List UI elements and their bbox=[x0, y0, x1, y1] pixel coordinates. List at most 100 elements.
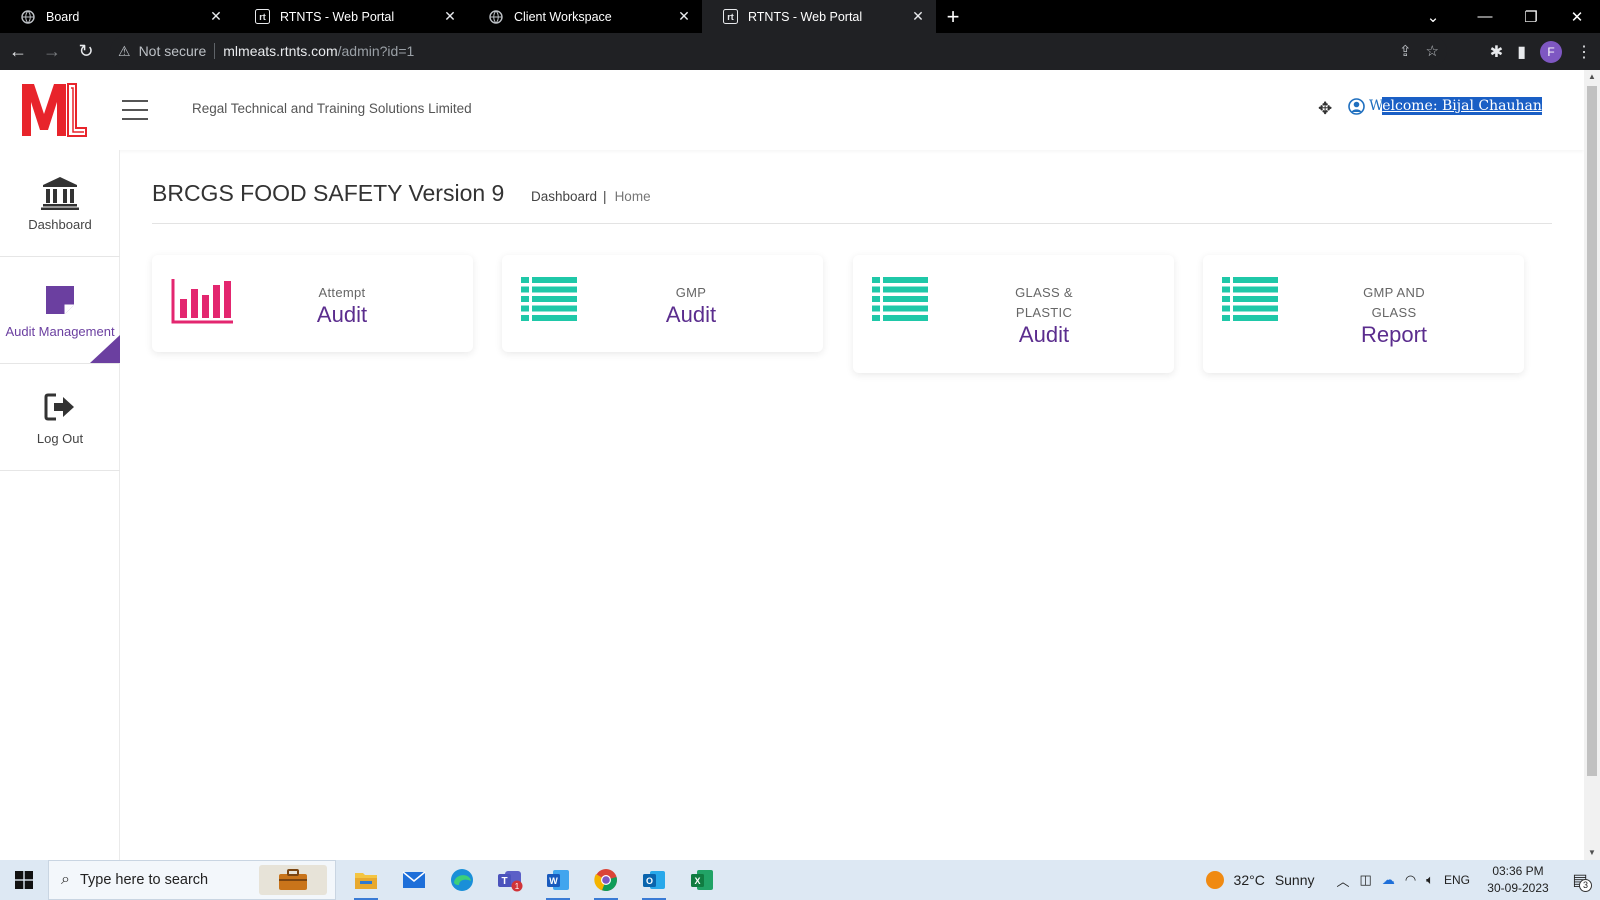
windows-start-icon[interactable] bbox=[0, 860, 48, 900]
taskbar-search-box[interactable]: ⌕ Type here to search bbox=[48, 860, 336, 900]
sidebar-item-log-out[interactable]: Log Out bbox=[0, 364, 120, 471]
glass-plastic-audit-card[interactable]: GLASS & PLASTIC Audit bbox=[853, 255, 1174, 373]
close-tab-icon[interactable]: ✕ bbox=[208, 8, 224, 25]
omnibox-actions: ⇪ ☆ bbox=[1399, 36, 1439, 66]
close-tab-icon[interactable]: ✕ bbox=[910, 8, 926, 25]
sidebar: Dashboard Audit Management Log Out bbox=[0, 150, 120, 860]
profile-avatar[interactable]: F bbox=[1540, 40, 1562, 63]
title-row: BRCGS FOOD SAFETY Version 9 Dashboard | Ho… bbox=[152, 180, 1552, 224]
extensions-icon[interactable]: ✱ bbox=[1490, 42, 1503, 62]
tray-icons: ︿ ◫ ☁ ◠ 🔈︎ ENG bbox=[1337, 871, 1470, 890]
breadcrumb-dashboard[interactable]: Dashboard bbox=[531, 189, 597, 204]
card-title: Audit bbox=[1018, 322, 1070, 347]
tab-title: Client Workspace bbox=[514, 9, 612, 24]
restore-icon[interactable]: ❐ bbox=[1508, 8, 1554, 26]
card-text: GMP Audit bbox=[631, 283, 751, 327]
app-header: Regal Technical and Training Solutions L… bbox=[0, 70, 1584, 150]
breadcrumb-home[interactable]: Home bbox=[615, 189, 651, 204]
rt-favicon: rt bbox=[722, 9, 738, 25]
onedrive-cloud-icon[interactable]: ☁ bbox=[1382, 872, 1395, 888]
security-label[interactable]: Not secure bbox=[139, 43, 207, 59]
sidebar-item-audit-management[interactable]: Audit Management bbox=[0, 257, 120, 364]
notification-center-icon[interactable]: ▤ 3 bbox=[1560, 860, 1600, 900]
chrome-icon[interactable] bbox=[582, 860, 630, 900]
sticky-note-icon bbox=[40, 282, 80, 318]
wifi-icon[interactable]: ◠ bbox=[1405, 872, 1416, 888]
page-scrollbar[interactable]: ▲ ▼ bbox=[1584, 70, 1600, 860]
card-subtitle-line1: GMP AND bbox=[1363, 285, 1425, 300]
close-window-icon[interactable]: ✕ bbox=[1554, 8, 1600, 26]
word-icon[interactable]: W bbox=[534, 860, 582, 900]
svg-text:rt: rt bbox=[259, 12, 266, 22]
new-tab-button[interactable]: + bbox=[936, 0, 970, 33]
ml-logo[interactable] bbox=[20, 80, 88, 140]
gmp-glass-report-card[interactable]: GMP AND GLASS Report bbox=[1203, 255, 1524, 373]
browser-tab[interactable]: rt RTNTS - Web Portal ✕ bbox=[234, 0, 468, 33]
clock[interactable]: 03:36 PM 30-09-2023 bbox=[1482, 863, 1554, 897]
url-host[interactable]: mlmeats.rtnts.com bbox=[223, 43, 337, 59]
scroll-up-arrow-icon[interactable]: ▲ bbox=[1584, 70, 1600, 84]
hamburger-menu-icon[interactable] bbox=[122, 100, 148, 120]
volume-icon[interactable]: 🔈︎ bbox=[1426, 872, 1434, 888]
address-bar[interactable]: ⚠ Not secure mlmeats.rtnts.com/admin?id=… bbox=[110, 36, 1447, 66]
sidebar-item-label: Dashboard bbox=[28, 216, 92, 232]
gmp-audit-card[interactable]: GMP Audit bbox=[502, 255, 823, 352]
weather-widget[interactable]: 32°C Sunny bbox=[1205, 871, 1315, 889]
active-corner-marker bbox=[90, 335, 120, 363]
browser-tab-active[interactable]: rt RTNTS - Web Portal ✕ bbox=[702, 0, 936, 33]
sun-icon bbox=[1205, 871, 1224, 889]
move-arrows-icon[interactable]: ✥ bbox=[1318, 99, 1332, 119]
card-text: Attempt Audit bbox=[282, 283, 402, 327]
close-tab-icon[interactable]: ✕ bbox=[442, 8, 458, 25]
scrollbar-thumb[interactable] bbox=[1587, 86, 1597, 776]
svg-text:O: O bbox=[646, 876, 653, 886]
card-title: Audit bbox=[665, 302, 717, 327]
sidebar-item-dashboard[interactable]: Dashboard bbox=[0, 150, 120, 257]
outlook-icon[interactable]: O bbox=[630, 860, 678, 900]
rt-favicon: rt bbox=[254, 9, 270, 25]
user-circle-icon[interactable] bbox=[1348, 98, 1365, 115]
minimize-icon[interactable]: — bbox=[1462, 8, 1508, 25]
welcome-prefix: W bbox=[1369, 98, 1383, 114]
warning-icon[interactable]: ⚠ bbox=[118, 43, 131, 60]
menu-kebab-icon[interactable]: ⋮ bbox=[1576, 42, 1592, 62]
teams-icon[interactable]: T1 bbox=[486, 860, 534, 900]
bookmark-star-icon[interactable]: ☆ bbox=[1426, 42, 1439, 60]
close-tab-icon[interactable]: ✕ bbox=[676, 8, 692, 25]
mail-icon[interactable] bbox=[390, 860, 438, 900]
meet-now-icon[interactable]: ◫ bbox=[1360, 872, 1372, 888]
svg-text:W: W bbox=[549, 876, 558, 886]
clock-date: 30-09-2023 bbox=[1487, 881, 1549, 895]
browser-tab[interactable]: Board ✕ bbox=[0, 0, 234, 33]
browser-tab[interactable]: Client Workspace ✕ bbox=[468, 0, 702, 33]
forward-icon[interactable]: → bbox=[36, 36, 68, 68]
svg-text:X: X bbox=[694, 876, 700, 886]
chevron-up-icon[interactable]: ︿ bbox=[1337, 871, 1350, 890]
card-text: GLASS & PLASTIC Audit bbox=[984, 283, 1104, 347]
browser-toolbar: ← → ↻ ⚠ Not secure mlmeats.rtnts.com/adm… bbox=[0, 33, 1600, 70]
globe-icon bbox=[488, 9, 504, 25]
file-explorer-icon[interactable] bbox=[342, 860, 390, 900]
url-path[interactable]: /admin?id=1 bbox=[338, 43, 415, 59]
back-icon[interactable]: ← bbox=[2, 36, 34, 68]
attempt-audit-card[interactable]: Attempt Audit bbox=[152, 255, 473, 352]
clock-time: 03:36 PM bbox=[1492, 864, 1544, 878]
bar-chart-icon bbox=[171, 277, 233, 330]
welcome-user-link[interactable]: Welcome: Bijal Chauhan bbox=[1369, 97, 1542, 115]
window-controls: ⌄ — ❐ ✕ bbox=[1410, 0, 1600, 33]
excel-icon[interactable]: X bbox=[678, 860, 726, 900]
language-indicator[interactable]: ENG bbox=[1444, 873, 1470, 887]
search-placeholder: Type here to search bbox=[79, 872, 209, 888]
windows-taskbar: ⌕ Type here to search T1 W O X 32°C Sunn… bbox=[0, 860, 1600, 900]
web-page: Regal Technical and Training Solutions L… bbox=[0, 70, 1584, 860]
briefcase-icon bbox=[259, 865, 327, 895]
side-panel-icon[interactable]: ▮ bbox=[1517, 42, 1526, 62]
search-icon: ⌕ bbox=[61, 871, 70, 888]
tab-search-icon[interactable]: ⌄ bbox=[1410, 8, 1456, 26]
sidebar-item-label: Log Out bbox=[36, 430, 84, 446]
share-icon[interactable]: ⇪ bbox=[1399, 42, 1412, 60]
edge-icon[interactable] bbox=[438, 860, 486, 900]
scroll-down-arrow-icon[interactable]: ▼ bbox=[1584, 846, 1600, 860]
reload-icon[interactable]: ↻ bbox=[70, 36, 102, 68]
tab-title: RTNTS - Web Portal bbox=[748, 9, 863, 24]
